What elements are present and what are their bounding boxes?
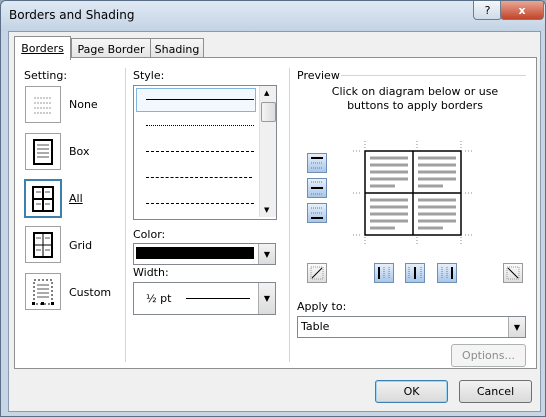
width-label: Width: <box>133 266 169 279</box>
left-border-button[interactable] <box>374 263 394 283</box>
scroll-up-icon[interactable]: ▲ <box>264 89 269 97</box>
scroll-thumb[interactable] <box>261 102 276 122</box>
preview-label: Preview <box>297 69 340 82</box>
setting-grid-label: Grid <box>69 239 93 252</box>
diagonal-up-border-button[interactable] <box>503 263 523 283</box>
width-dropdown[interactable]: ½ pt ▼ <box>133 282 276 315</box>
separator-1 <box>125 68 126 362</box>
dialog-window: Borders and Shading ? x Borders Page Bor… <box>0 0 546 417</box>
right-border-icon <box>441 267 453 279</box>
tab-shading-label: Shading <box>154 42 200 56</box>
tab-shading[interactable]: Shading <box>150 38 204 59</box>
setting-all-icon <box>32 185 54 212</box>
apply-to-label: Apply to: <box>297 300 347 313</box>
top-border-icon <box>311 157 323 169</box>
setting-none-button[interactable] <box>25 86 61 123</box>
style-selected-row[interactable] <box>136 88 256 112</box>
help-label: ? <box>484 3 491 17</box>
preview-separator <box>341 75 526 76</box>
style-scrollbar[interactable]: ▲ ▼ <box>259 86 276 217</box>
separator-2 <box>289 68 290 362</box>
ok-button-label: OK <box>403 385 420 398</box>
apply-to-dropdown[interactable]: Table ▼ <box>297 316 526 338</box>
bottom-border-button[interactable] <box>307 203 327 223</box>
borders-panel: Setting: None Box All Grid Custom Style:… <box>14 57 537 369</box>
top-border-button[interactable] <box>307 153 327 173</box>
setting-all-button[interactable] <box>24 179 62 218</box>
color-dropdown-arrow-icon[interactable]: ▼ <box>258 244 275 264</box>
inside-vertical-border-button[interactable] <box>405 263 425 283</box>
title-bar: Borders and Shading ? x <box>1 1 545 31</box>
setting-grid-icon <box>33 231 53 258</box>
tab-page-border[interactable]: Page Border <box>71 38 151 59</box>
width-value: ½ pt <box>146 292 172 305</box>
preview-instructions: Click on diagram below or use buttons to… <box>331 85 499 112</box>
setting-none-icon <box>34 97 52 113</box>
color-swatch <box>136 247 254 259</box>
setting-all-label: All <box>69 192 83 205</box>
apply-to-dropdown-arrow-icon[interactable]: ▼ <box>508 317 525 337</box>
style-dotted-line[interactable] <box>146 125 254 126</box>
close-button[interactable]: x <box>500 1 544 20</box>
apply-to-value: Table <box>301 320 330 333</box>
diagonal-up-border-icon <box>506 266 520 280</box>
color-label: Color: <box>133 228 166 241</box>
style-label: Style: <box>133 69 165 82</box>
style-dashed-long-line[interactable] <box>146 177 252 178</box>
cancel-button-label: Cancel <box>476 385 515 398</box>
inside-horizontal-border-button[interactable] <box>307 178 327 198</box>
help-button[interactable]: ? <box>473 1 502 20</box>
style-dashed-line[interactable] <box>146 151 254 152</box>
setting-custom-label: Custom <box>69 286 112 299</box>
style-solid-line[interactable] <box>146 99 254 100</box>
preview-diagram[interactable] <box>353 141 473 249</box>
ok-button[interactable]: OK <box>375 380 448 403</box>
setting-box-icon <box>33 138 53 165</box>
setting-grid-button[interactable] <box>25 226 61 263</box>
inside-horizontal-border-icon <box>311 181 323 195</box>
width-dropdown-arrow-icon[interactable]: ▼ <box>258 283 275 314</box>
style-dash-dot-line[interactable] <box>146 203 254 204</box>
window-title: Borders and Shading <box>9 8 135 22</box>
right-border-button[interactable] <box>437 263 457 283</box>
cancel-button[interactable]: Cancel <box>459 380 532 403</box>
style-listbox[interactable]: ▲ ▼ <box>133 85 277 220</box>
options-button-label: Options... <box>462 349 515 362</box>
bottom-border-icon <box>311 207 323 219</box>
inside-vertical-border-icon <box>408 267 422 279</box>
width-line-sample <box>186 298 250 299</box>
dialog-client: Borders Page Border Shading Setting: Non… <box>8 31 541 412</box>
setting-custom-button[interactable] <box>25 273 61 310</box>
close-icon: x <box>518 3 526 17</box>
setting-box-label: Box <box>69 145 90 158</box>
diagonal-down-border-button[interactable] <box>307 263 327 283</box>
scroll-down-icon[interactable]: ▼ <box>264 206 269 214</box>
tab-borders-label: Borders <box>21 42 64 55</box>
tab-page-border-label: Page Border <box>77 42 145 56</box>
setting-box-button[interactable] <box>25 133 61 170</box>
diagonal-down-border-icon <box>310 266 324 280</box>
setting-none-label: None <box>69 98 98 111</box>
setting-label: Setting: <box>24 69 68 82</box>
setting-custom-icon <box>32 279 54 305</box>
tab-borders[interactable]: Borders <box>14 36 71 60</box>
color-dropdown[interactable]: ▼ <box>133 243 276 265</box>
options-button[interactable]: Options... <box>451 344 526 367</box>
left-border-icon <box>378 267 390 279</box>
